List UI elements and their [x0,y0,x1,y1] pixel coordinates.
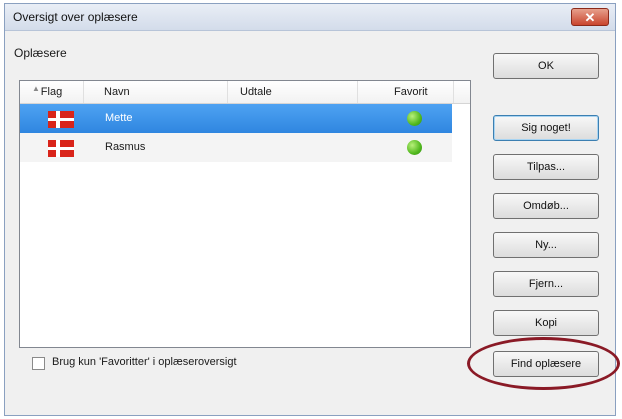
table-row[interactable]: Mette [20,104,452,133]
danish-flag-icon [48,140,74,157]
column-header-favorite-label: Favorit [394,86,428,98]
column-header-flag-label: Flag [40,86,63,98]
speaker-name: Rasmus [105,141,146,153]
table-row[interactable]: Rasmus [20,133,452,162]
favorites-only-label: Brug kun 'Favoritter' i oplæseroversigt [52,356,237,368]
rename-button[interactable]: Omdøb... [493,193,599,219]
column-header-pronunciation[interactable]: Udtale [228,81,358,103]
find-speakers-button[interactable]: Find oplæsere [493,351,599,377]
adjust-button[interactable]: Tilpas... [493,154,599,180]
column-header-pronunciation-label: Udtale [240,86,272,98]
copy-button[interactable]: Kopi [493,310,599,336]
column-header-flag[interactable]: ▲ Flag [20,81,84,103]
column-header-name-label: Navn [104,86,130,98]
list-header: ▲ Flag Navn Udtale Favorit [20,81,470,104]
title-bar: Oversigt over oplæsere ✕ [5,4,615,31]
new-button[interactable]: Ny... [493,232,599,258]
favorite-indicator-icon [407,140,422,155]
speakers-group-label: Oplæsere [14,46,67,60]
favorite-indicator-icon [407,111,422,126]
window-title: Oversigt over oplæsere [13,10,138,24]
favorites-only-checkbox[interactable] [32,357,45,370]
column-header-favorite[interactable]: Favorit [358,81,454,103]
close-button[interactable]: ✕ [571,8,609,26]
speak-button[interactable]: Sig noget! [493,115,599,141]
column-header-name[interactable]: Navn [84,81,228,103]
speaker-name: Mette [105,112,133,124]
ok-button[interactable]: OK [493,53,599,79]
danish-flag-icon [48,111,74,128]
sort-arrow-icon: ▲ [32,84,40,93]
speakers-list[interactable]: ▲ Flag Navn Udtale Favorit Mette Rasmus [19,80,471,348]
remove-button[interactable]: Fjern... [493,271,599,297]
